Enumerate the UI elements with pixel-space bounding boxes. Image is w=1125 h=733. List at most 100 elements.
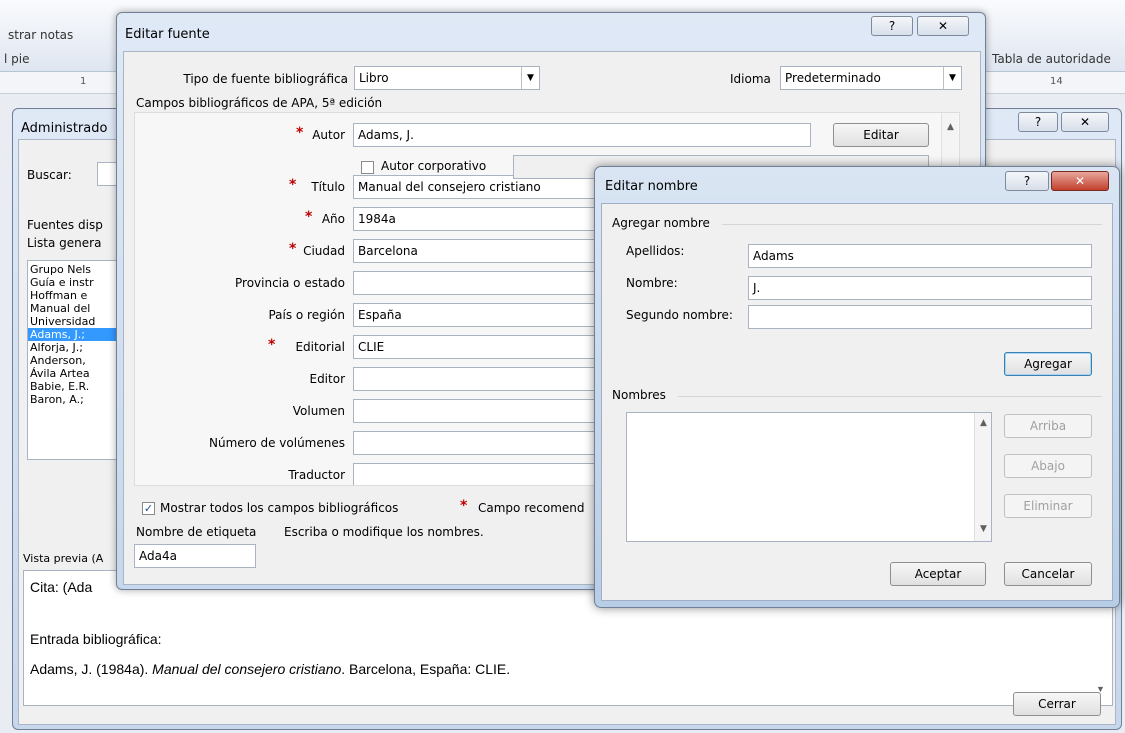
source-list-item[interactable]: Anderson, [28, 354, 126, 367]
scroll-up-icon[interactable]: ▲ [975, 415, 992, 432]
move-up-button[interactable]: Arriba [1004, 414, 1092, 438]
edit-name-body: Agregar nombre Apellidos: Adams Nombre: … [601, 203, 1113, 601]
tag-name-input[interactable]: Ada4a [134, 544, 256, 568]
move-down-button[interactable]: Abajo [1004, 454, 1092, 478]
master-source-list[interactable]: Grupo Nels Guía e instr Hoffman e Manual de… [27, 260, 127, 460]
group-divider [722, 224, 1102, 225]
close-button[interactable]: Cerrar [1013, 692, 1101, 716]
help-icon: ? [888, 19, 896, 33]
source-list-item[interactable]: Hoffman e [28, 289, 126, 302]
scroll-down-icon[interactable]: ▼ [975, 521, 992, 538]
names-list[interactable]: ▲ ▼ [626, 412, 992, 542]
edit-source-title: Editar fuente [125, 27, 210, 42]
show-all-fields-label: Mostrar todos los campos bibliográficos [160, 501, 399, 515]
check-icon: ✓ [143, 502, 154, 515]
language-label: Idioma [730, 72, 771, 86]
admin-help-button[interactable]: ? [1018, 112, 1058, 132]
ribbon-footnote-label[interactable]: l pie [4, 52, 29, 66]
field-label: País o región [268, 308, 345, 322]
language-value: Predeterminado [785, 71, 881, 85]
recommended-field-label: Campo recomend [478, 501, 585, 515]
edit-name-close-x[interactable]: ✕ [1051, 171, 1109, 191]
names-label: Nombres [612, 388, 666, 402]
ruler-mark-left: 1 [80, 76, 87, 87]
edit-name-title: Editar nombre [605, 179, 698, 194]
source-list-item[interactable]: Ávila Artea [28, 367, 126, 380]
bib-publisher: . Barcelona, España: CLIE. [341, 661, 511, 677]
tag-hint: Escriba o modifique los nombres. [284, 525, 484, 539]
close-icon: ✕ [1074, 174, 1086, 188]
field-label: Editor [309, 372, 345, 386]
field-label: Autor [312, 128, 345, 142]
add-name-button[interactable]: Agregar [1004, 352, 1092, 376]
middle-name-input[interactable] [748, 305, 1092, 329]
close-icon: ✕ [937, 19, 949, 33]
cancel-button[interactable]: Cancelar [1004, 562, 1092, 586]
edit-name-help-button[interactable]: ? [1005, 171, 1049, 191]
corporate-author-checkbox[interactable] [361, 161, 374, 174]
field-input[interactable]: Adams, J. [353, 123, 811, 147]
field-label: Editorial [295, 340, 345, 354]
edit-name-dialog: Editar nombre ? ✕ Agregar nombre Apellid… [594, 166, 1120, 608]
admin-close-x[interactable]: ✕ [1061, 112, 1109, 132]
first-name-input[interactable]: J. [748, 276, 1092, 300]
last-name-label: Apellidos: [626, 244, 685, 258]
first-name-label: Nombre: [626, 276, 678, 290]
field-label: Ciudad [303, 244, 345, 258]
sources-label: Fuentes disp [27, 218, 103, 232]
source-list-item[interactable]: Babie, E.R. [28, 380, 126, 393]
tag-name-label: Nombre de etiqueta [136, 525, 257, 539]
language-select[interactable]: Predeterminado ▼ [780, 66, 962, 90]
ribbon-notes-label[interactable]: strar notas [8, 28, 73, 42]
field-label: Título [311, 180, 345, 194]
help-icon: ? [1023, 174, 1031, 188]
edit-source-help-button[interactable]: ? [871, 16, 913, 36]
ribbon-authorities-label[interactable]: Tabla de autoridade [992, 52, 1111, 66]
edit-source-close-x[interactable]: ✕ [917, 16, 969, 36]
names-scrollbar[interactable]: ▲ ▼ [974, 413, 991, 541]
source-list-item[interactable]: Universidad [28, 315, 126, 328]
admin-title: Administrado [21, 121, 108, 136]
apa-group-label: Campos bibliográficos de APA, 5ª edición [136, 96, 383, 110]
source-list-item[interactable]: Alforja, J.; [28, 341, 126, 354]
middle-name-label: Segundo nombre: [626, 308, 733, 322]
corporate-author-label: Autor corporativo [381, 159, 487, 173]
chevron-down-icon: ▼ [943, 67, 961, 89]
help-icon: ? [1034, 115, 1042, 129]
search-label: Buscar: [27, 168, 72, 182]
close-icon: ✕ [1079, 115, 1091, 129]
required-star-icon: * [305, 209, 313, 225]
field-label: Número de volúmenes [209, 436, 345, 450]
preview-citation: Cita: (Ada [30, 579, 93, 595]
last-name-input[interactable]: Adams [748, 244, 1092, 268]
recommended-star-icon: * [460, 498, 468, 514]
bib-title: Manual del consejero cristiano [152, 661, 342, 677]
required-star-icon: * [289, 177, 297, 193]
source-list-item[interactable]: Guía e instr [28, 276, 126, 289]
preview-bib-label: Entrada bibliográfica: [30, 631, 162, 647]
required-star-icon: * [268, 337, 276, 353]
names-divider [678, 396, 1102, 397]
field-label: Traductor [288, 468, 345, 482]
delete-name-button[interactable]: Eliminar [1004, 494, 1092, 518]
source-list-item[interactable]: Baron, A.; [28, 393, 126, 406]
preview-label: Vista previa (A [23, 552, 104, 565]
add-name-group-label: Agregar nombre [612, 216, 710, 230]
field-label: Volumen [292, 404, 345, 418]
show-all-fields-checkbox[interactable]: ✓ [142, 502, 155, 515]
field-label: Año [321, 212, 345, 226]
field-label: Provincia o estado [235, 276, 345, 290]
bib-author-year: Adams, J. (1984a). [30, 661, 153, 677]
preview-bib-entry: Adams, J. (1984a). Manual del consejero … [30, 661, 510, 677]
scroll-up-icon[interactable]: ▲ [942, 119, 959, 136]
source-list-item[interactable]: Adams, J.; [28, 328, 126, 341]
master-list-label: Lista genera [27, 236, 102, 250]
required-star-icon: * [296, 125, 304, 141]
source-list-item[interactable]: Grupo Nels [28, 263, 126, 276]
source-type-value: Libro [359, 71, 389, 85]
source-type-label: Tipo de fuente bibliográfica [183, 72, 348, 86]
source-type-select[interactable]: Libro ▼ [354, 66, 540, 90]
source-list-item[interactable]: Manual del [28, 302, 126, 315]
edit-author-button[interactable]: Editar [833, 123, 929, 147]
ok-button[interactable]: Aceptar [890, 562, 986, 586]
